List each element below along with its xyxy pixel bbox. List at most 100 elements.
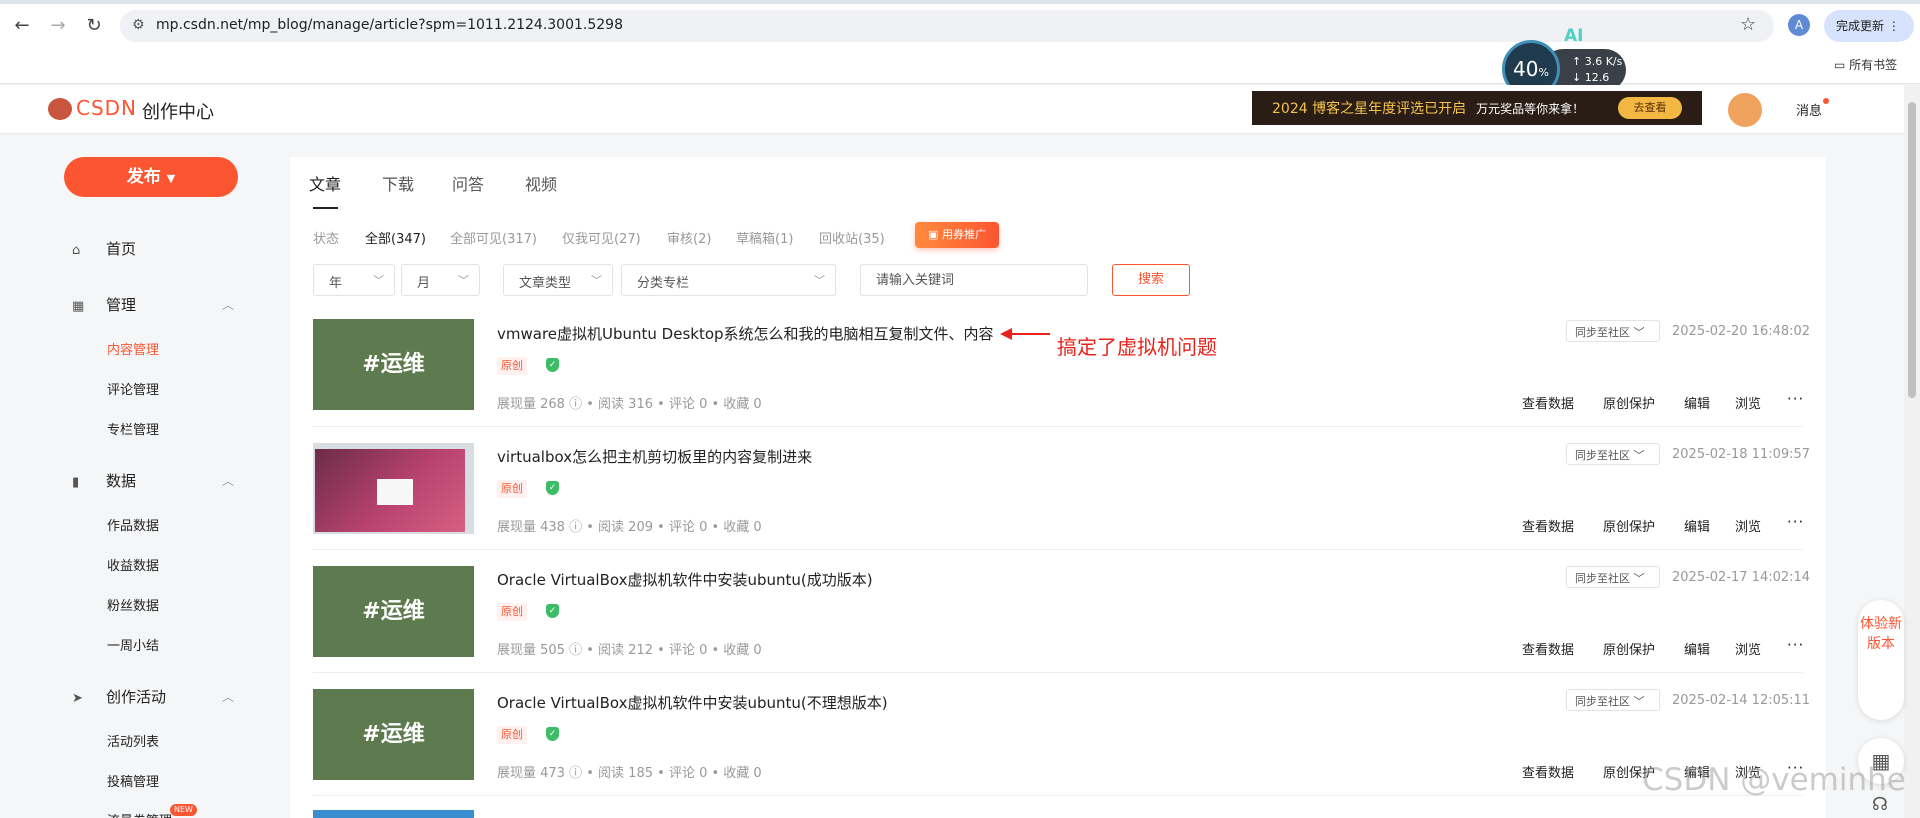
article-type-select[interactable]: 文章类型 ﹀ bbox=[503, 264, 613, 296]
banner-button[interactable]: 去查看 bbox=[1618, 97, 1682, 119]
chevron-up-icon[interactable]: ︿ bbox=[222, 688, 234, 705]
chevron-down-icon: ﹀ bbox=[814, 274, 825, 287]
star-icon[interactable]: ☆ bbox=[1740, 14, 1756, 35]
article-thumbnail[interactable]: #运维 bbox=[313, 566, 474, 657]
filter-all[interactable]: 全部(347) bbox=[365, 228, 426, 247]
scrollbar-thumb[interactable] bbox=[1908, 102, 1916, 398]
sidebar-item-traffic-coupons[interactable]: 流量券管理 bbox=[107, 810, 172, 818]
help-icon[interactable]: ⓘ bbox=[569, 520, 582, 535]
all-bookmarks[interactable]: ▭ 所有书签 bbox=[1834, 56, 1897, 73]
filter-trash[interactable]: 回收站(35) bbox=[819, 228, 885, 247]
edit-link[interactable]: 编辑 bbox=[1684, 516, 1710, 535]
chevron-up-icon[interactable]: ︿ bbox=[222, 296, 234, 313]
article-thumbnail[interactable] bbox=[313, 443, 474, 534]
original-protect-link[interactable]: 原创保护 bbox=[1603, 639, 1655, 658]
filter-public[interactable]: 全部可见(317) bbox=[450, 228, 537, 247]
coupon-promote-button[interactable]: ▣ 用券推广 bbox=[915, 222, 999, 248]
article-title[interactable]: Oracle VirtualBox虚拟机软件中安装ubuntu(不理想版本) bbox=[497, 692, 888, 713]
article-title[interactable]: Oracle VirtualBox虚拟机软件中安装ubuntu(成功版本) bbox=[497, 569, 873, 590]
try-new-version-button[interactable]: 体验新版本 bbox=[1858, 600, 1904, 720]
browse-link[interactable]: 浏览 bbox=[1735, 393, 1761, 412]
sidebar-item-fans-data[interactable]: 粉丝数据 bbox=[107, 595, 159, 614]
browse-link[interactable]: 浏览 bbox=[1735, 516, 1761, 535]
update-button[interactable]: 完成更新 ⋮ bbox=[1824, 10, 1914, 42]
tab-videos[interactable]: 视频 bbox=[525, 171, 557, 195]
article-thumbnail[interactable]: #运维 bbox=[313, 319, 474, 410]
banner-title: 2024 博客之星年度评选已开启 bbox=[1272, 101, 1467, 117]
back-icon[interactable]: ← bbox=[10, 14, 34, 38]
caret-down-icon: ▼ bbox=[166, 172, 176, 185]
view-data-link[interactable]: 查看数据 bbox=[1522, 516, 1574, 535]
sidebar-item-submissions[interactable]: 投稿管理 bbox=[107, 771, 159, 790]
edit-link[interactable]: 编辑 bbox=[1684, 393, 1710, 412]
article-title[interactable]: virtualbox怎么把主机剪切板里的内容复制进来 bbox=[497, 446, 812, 467]
tab-qa[interactable]: 问答 bbox=[452, 171, 484, 195]
filter-review[interactable]: 审核(2) bbox=[667, 228, 711, 247]
sync-community-select[interactable]: 同步至社区 ﹀ bbox=[1566, 689, 1660, 711]
promo-banner[interactable]: 2024 博客之星年度评选已开启 万元奖品等你来拿！ 去查看 bbox=[1252, 91, 1702, 125]
sync-community-select[interactable]: 同步至社区 ﹀ bbox=[1566, 566, 1660, 588]
sidebar-item-income-data[interactable]: 收益数据 bbox=[107, 555, 159, 574]
chevron-down-icon: ﹀ bbox=[458, 274, 469, 287]
sidebar-item-columns[interactable]: 专栏管理 bbox=[107, 419, 159, 438]
sidebar-item-content[interactable]: 内容管理 bbox=[107, 339, 159, 358]
site-info-icon[interactable]: ⚙ bbox=[132, 17, 145, 33]
folder-icon: ▭ bbox=[1834, 58, 1846, 72]
sidebar-item-works-data[interactable]: 作品数据 bbox=[107, 515, 159, 534]
sidebar-item-comments[interactable]: 评论管理 bbox=[107, 379, 159, 398]
article-thumbnail[interactable]: #运维 bbox=[313, 689, 474, 780]
publish-button[interactable]: 发布 ▼ bbox=[64, 157, 238, 197]
more-options-icon[interactable]: ··· bbox=[1787, 390, 1804, 408]
view-data-link[interactable]: 查看数据 bbox=[1522, 762, 1574, 781]
article-date: 2025-02-17 14:02:14 bbox=[1672, 570, 1811, 585]
year-select[interactable]: 年 ﹀ bbox=[313, 264, 395, 296]
keyword-input[interactable] bbox=[860, 264, 1088, 296]
search-button[interactable]: 搜索 bbox=[1112, 264, 1190, 296]
original-protect-link[interactable]: 原创保护 bbox=[1603, 393, 1655, 412]
tab-downloads[interactable]: 下载 bbox=[382, 171, 414, 195]
view-data-link[interactable]: 查看数据 bbox=[1522, 639, 1574, 658]
article-thumbnail[interactable] bbox=[313, 810, 474, 818]
user-avatar[interactable] bbox=[1726, 91, 1764, 129]
center-title[interactable]: 创作中心 bbox=[142, 98, 214, 124]
sync-community-select[interactable]: 同步至社区 ﹀ bbox=[1566, 320, 1660, 342]
help-icon[interactable]: ⓘ bbox=[569, 766, 582, 781]
chevron-down-icon: ﹀ bbox=[373, 274, 384, 287]
filter-drafts[interactable]: 草稿箱(1) bbox=[736, 228, 793, 247]
more-options-icon[interactable]: ··· bbox=[1787, 636, 1804, 654]
sidebar-group-data[interactable]: ▮ 数据 bbox=[72, 470, 136, 491]
more-options-icon[interactable]: ··· bbox=[1787, 513, 1804, 531]
sidebar-group-activities[interactable]: ➤ 创作活动 bbox=[72, 686, 166, 707]
sidebar-group-manage[interactable]: ▦ 管理 bbox=[72, 294, 136, 315]
sidebar-item-activity-list[interactable]: 活动列表 bbox=[107, 731, 159, 750]
column-select-value: 分类专栏 bbox=[637, 276, 690, 291]
sidebar-item-weekly-summary[interactable]: 一周小结 bbox=[107, 635, 159, 654]
column-select[interactable]: 分类专栏 ﹀ bbox=[621, 264, 836, 296]
profile-avatar[interactable]: A bbox=[1788, 14, 1810, 36]
logo-text[interactable]: CSDN bbox=[76, 96, 137, 120]
edit-link[interactable]: 编辑 bbox=[1684, 639, 1710, 658]
reload-icon[interactable]: ↻ bbox=[82, 14, 106, 38]
thumbnail-screenshot bbox=[315, 449, 465, 532]
help-icon[interactable]: ⓘ bbox=[569, 643, 582, 658]
original-badge: 原创 bbox=[497, 726, 527, 744]
chevron-down-icon: ﹀ bbox=[591, 274, 602, 287]
chevron-up-icon[interactable]: ︿ bbox=[222, 472, 234, 489]
sidebar-item-home[interactable]: ⌂ 首页 bbox=[72, 238, 136, 259]
original-protect-link[interactable]: 原创保护 bbox=[1603, 516, 1655, 535]
chevron-down-icon: ﹀ bbox=[1633, 695, 1645, 708]
forward-icon[interactable]: → bbox=[46, 14, 70, 38]
view-data-link[interactable]: 查看数据 bbox=[1522, 393, 1574, 412]
browse-link[interactable]: 浏览 bbox=[1735, 639, 1761, 658]
sidebar-group-label: 管理 bbox=[106, 296, 137, 314]
article-title[interactable]: vmware虚拟机Ubuntu Desktop系统怎么和我的电脑相互复制文件、内… bbox=[497, 323, 994, 344]
filter-private[interactable]: 仅我可见(27) bbox=[562, 228, 641, 247]
messages-link[interactable]: 消息 bbox=[1796, 100, 1822, 119]
month-select[interactable]: 月 ﹀ bbox=[401, 264, 480, 296]
tab-articles[interactable]: 文章 bbox=[309, 171, 341, 195]
sync-community-select[interactable]: 同步至社区 ﹀ bbox=[1566, 443, 1660, 465]
type-select-value: 文章类型 bbox=[519, 276, 572, 291]
help-icon[interactable]: ⓘ bbox=[569, 397, 582, 412]
article-stats: 展现量 473 ⓘ • 阅读 185 • 评论 0 • 收藏 0 bbox=[497, 766, 762, 781]
url-text[interactable]: mp.csdn.net/mp_blog/manage/article?spm=1… bbox=[156, 17, 623, 33]
